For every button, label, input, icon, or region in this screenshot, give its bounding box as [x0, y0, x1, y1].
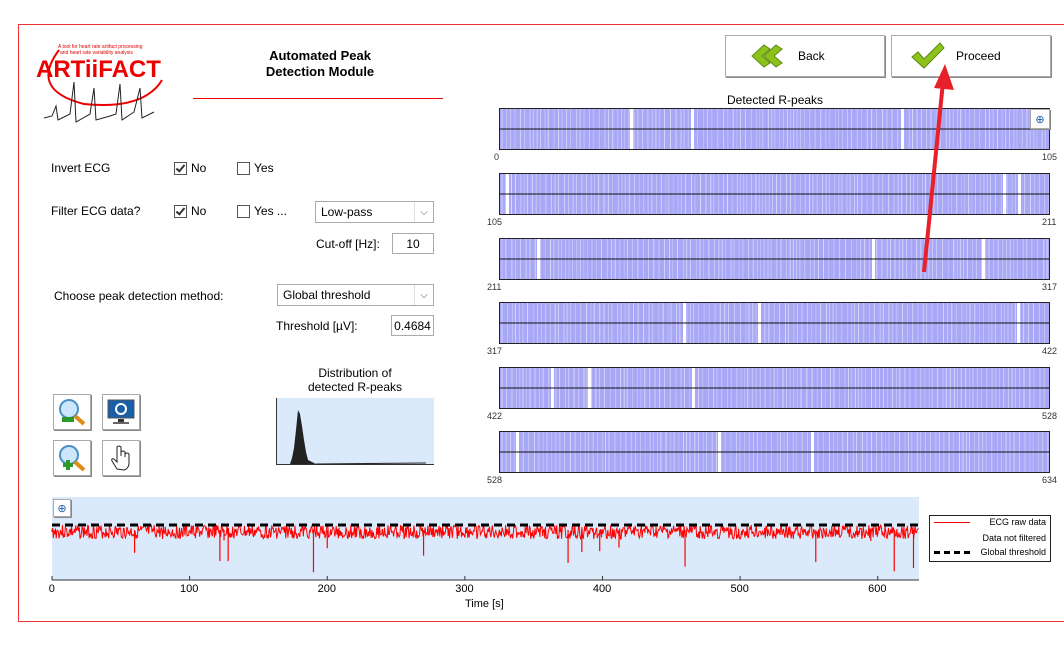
strip-start-label: 0	[494, 152, 500, 162]
strip-start-label: 211	[487, 282, 502, 292]
filter-yes-label: Yes ...	[254, 204, 287, 218]
artiifact-logo: A tool for heart rate artifact processin…	[34, 40, 164, 124]
filter-yes-checkbox[interactable]: Yes ...	[237, 204, 287, 219]
legend-not-filtered: Data not filtered	[982, 533, 1046, 543]
cutoff-input[interactable]: 10	[392, 233, 434, 254]
legend-threshold-swatch	[934, 551, 970, 554]
x-tick-label: 100	[180, 583, 199, 595]
strip-start-label: 528	[487, 475, 503, 485]
legend-ecg-swatch	[934, 522, 970, 523]
zoom-in-icon: ⊕	[1035, 113, 1045, 126]
page-title: Automated Peak Detection Module	[230, 48, 410, 80]
pan-button[interactable]	[102, 440, 140, 476]
strip-end-label: 211	[1042, 217, 1057, 227]
checkbox-box[interactable]	[174, 162, 187, 176]
x-tick-label: 500	[730, 583, 749, 595]
ecg-zoom-button[interactable]: ⊕	[53, 499, 71, 517]
zoom-in-button[interactable]	[53, 440, 91, 476]
double-chevron-left-icon	[751, 44, 783, 68]
strip-end-label: 105	[1042, 152, 1058, 162]
filter-ecg-label: Filter ECG data?	[51, 204, 141, 218]
strip-end-label: 634	[1042, 475, 1058, 485]
cutoff-label: Cut-off [Hz]:	[316, 237, 380, 251]
threshold-label: Threshold [µV]:	[276, 319, 358, 333]
checkbox-box[interactable]	[174, 205, 187, 219]
zoom-in-icon: ⊕	[57, 502, 67, 515]
proceed-label: Proceed	[956, 49, 1001, 63]
r-peak-strip[interactable]	[499, 173, 1050, 215]
chevron-down-icon: ⌵	[414, 285, 433, 305]
x-tick-label: 600	[868, 583, 887, 595]
checkmark-icon	[911, 42, 945, 69]
r-peak-strip[interactable]	[499, 431, 1050, 473]
chevron-down-icon: ⌵	[414, 202, 433, 222]
title-divider	[193, 98, 443, 99]
invert-yes-checkbox[interactable]: Yes	[237, 161, 274, 176]
strip-zoom-button[interactable]: ⊕	[1030, 109, 1050, 129]
svg-text:ARTiiFACT: ARTiiFACT	[36, 56, 161, 83]
r-peak-strip[interactable]	[499, 367, 1050, 409]
r-peaks-title: Detected R-peaks	[727, 93, 824, 107]
x-tick-label: 200	[317, 583, 336, 595]
zoom-out-icon	[59, 399, 86, 426]
r-peak-strip[interactable]	[499, 108, 1050, 150]
x-tick-label: 0	[48, 583, 55, 595]
strip-start-label: 105	[487, 217, 503, 227]
threshold-input[interactable]: 0.4684	[391, 315, 434, 336]
x-tick-label: 400	[592, 583, 612, 595]
invert-no-label: No	[191, 161, 207, 175]
x-axis-label: Time [s]	[465, 598, 504, 610]
frame-border-bottom	[18, 621, 1064, 622]
r-peak-strip[interactable]	[499, 302, 1050, 344]
histogram-title-line-1: Distribution of	[318, 366, 392, 380]
method-value: Global threshold	[283, 288, 371, 302]
invert-yes-label: Yes	[254, 161, 274, 175]
reset-view-icon	[107, 399, 135, 424]
legend: ECG raw data Data not filtered Global th…	[929, 515, 1051, 562]
histogram-title-line-2: detected R-peaks	[307, 380, 403, 394]
zoom-out-button[interactable]	[53, 394, 91, 430]
reset-view-button[interactable]	[102, 394, 140, 430]
ecg-chart	[51, 497, 919, 581]
back-label: Back	[798, 49, 825, 63]
strip-end-label: 528	[1042, 411, 1058, 421]
legend-threshold: Global threshold	[980, 547, 1046, 557]
title-line-2: Detection Module	[265, 64, 375, 79]
frame-border-top	[18, 24, 1064, 25]
filter-no-label: No	[191, 204, 207, 218]
strip-start-label: 317	[487, 346, 503, 356]
invert-ecg-label: Invert ECG	[51, 161, 111, 175]
checkbox-box[interactable]	[237, 205, 250, 219]
method-select[interactable]: Global threshold ⌵	[277, 284, 434, 306]
filter-type-select[interactable]: Low-pass ⌵	[315, 201, 434, 223]
legend-ecg: ECG raw data	[989, 517, 1046, 527]
pan-hand-icon	[111, 445, 130, 471]
strip-end-label: 317	[1042, 282, 1058, 292]
histogram-title: Distribution of detected R-peaks	[300, 366, 410, 394]
title-line-1: Automated Peak	[269, 48, 371, 63]
r-peak-strip[interactable]	[499, 238, 1050, 280]
filter-no-checkbox[interactable]: No	[174, 204, 207, 219]
strip-end-label: 422	[1042, 346, 1058, 356]
invert-no-checkbox[interactable]: No	[174, 161, 207, 176]
method-label: Choose peak detection method:	[54, 289, 224, 303]
back-button[interactable]: Back	[725, 35, 885, 77]
checkbox-box[interactable]	[237, 162, 250, 176]
r-peak-histogram	[276, 398, 434, 465]
filter-type-value: Low-pass	[321, 205, 373, 219]
x-tick-label: 300	[455, 583, 474, 595]
zoom-in-icon	[59, 445, 86, 472]
strip-start-label: 422	[487, 411, 503, 421]
proceed-button[interactable]: Proceed	[891, 35, 1051, 77]
